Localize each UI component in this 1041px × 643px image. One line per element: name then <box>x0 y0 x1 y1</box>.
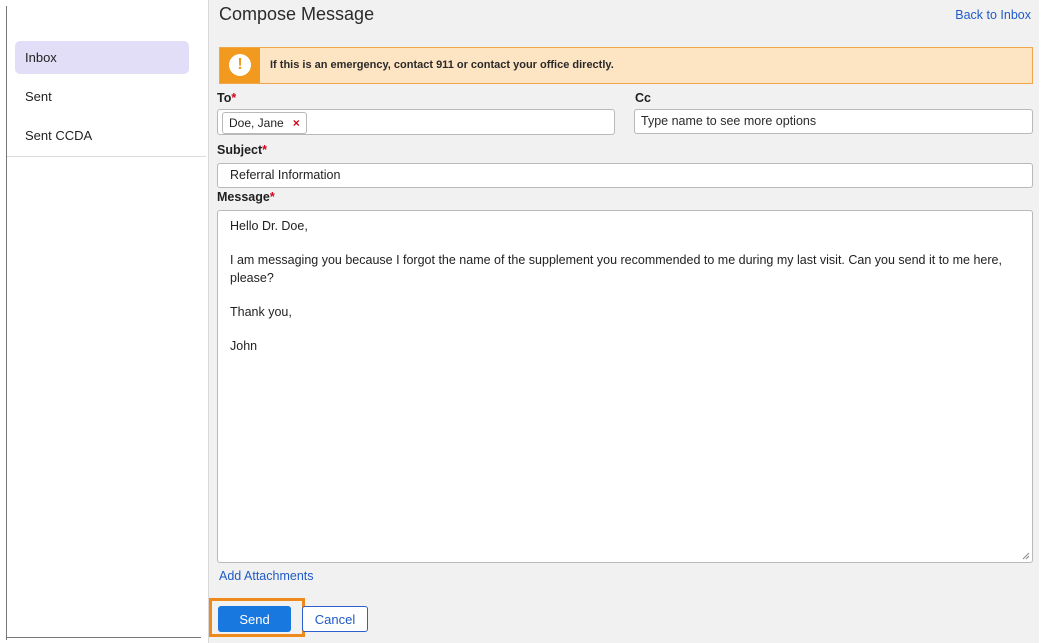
message-paragraph: John <box>230 339 258 353</box>
sidebar-item-sent[interactable]: Sent <box>15 80 189 113</box>
recipient-chip: Doe, Jane × <box>222 112 307 134</box>
subject-value: Referral Information <box>230 168 341 182</box>
cc-label: Cc <box>635 91 651 105</box>
message-paragraph: Hello Dr. Doe, <box>230 219 308 233</box>
message-label-text: Message <box>217 190 270 204</box>
sidebar: Inbox Sent Sent CCDA <box>7 34 206 157</box>
to-label-text: To <box>217 91 232 105</box>
remove-recipient-icon[interactable]: × <box>293 113 300 133</box>
exclamation-icon: ! <box>229 54 251 76</box>
cancel-button[interactable]: Cancel <box>302 606 368 632</box>
cc-placeholder: Type name to see more options <box>641 114 817 128</box>
cc-field[interactable]: Type name to see more options <box>634 109 1033 134</box>
alert-icon-box: ! <box>220 48 260 83</box>
to-field[interactable]: Doe, Jane × <box>217 109 615 135</box>
sidebar-item-inbox[interactable]: Inbox <box>15 41 189 74</box>
send-button[interactable]: Send <box>218 606 291 632</box>
resize-handle-icon[interactable] <box>1022 552 1030 560</box>
emergency-alert: ! If this is an emergency, contact 911 o… <box>219 47 1033 84</box>
subject-label: Subject* <box>217 143 267 157</box>
subject-input[interactable]: Referral Information <box>217 163 1033 188</box>
back-to-inbox-link[interactable]: Back to Inbox <box>955 8 1031 22</box>
subject-label-text: Subject <box>217 143 263 157</box>
message-paragraph: Thank you, <box>230 305 292 319</box>
message-label: Message* <box>217 190 275 204</box>
message-required-mark: * <box>269 190 275 204</box>
recipient-chip-label: Doe, Jane <box>229 116 284 130</box>
to-label: To* <box>217 91 236 105</box>
sidebar-item-sent-ccda[interactable]: Sent CCDA <box>15 119 189 152</box>
message-paragraph: I am messaging you because I forgot the … <box>230 253 1006 285</box>
window-frame-bottom <box>6 637 201 638</box>
alert-text: If this is an emergency, contact 911 or … <box>270 59 614 71</box>
to-required-mark: * <box>231 91 237 105</box>
message-body: Hello Dr. Doe, I am messaging you becaus… <box>230 217 1026 371</box>
subject-required-mark: * <box>262 143 268 157</box>
page-title: Compose Message <box>219 4 375 24</box>
add-attachments-link[interactable]: Add Attachments <box>219 569 314 583</box>
message-textarea[interactable]: Hello Dr. Doe, I am messaging you becaus… <box>217 210 1033 563</box>
compose-panel: Compose Message Back to Inbox ! If this … <box>208 0 1039 643</box>
